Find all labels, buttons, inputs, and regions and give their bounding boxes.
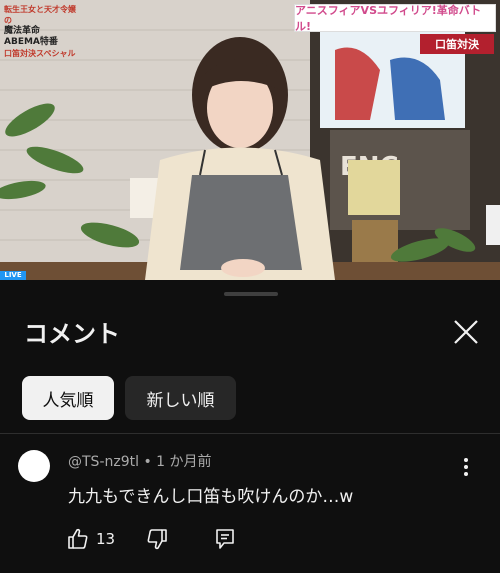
program-caption-line-3: ABEMA特番 [4, 37, 58, 47]
program-caption: 転生王女と天才令嬢の 魔法革命 ABEMA特番 口笛対決スペシャル [4, 4, 76, 59]
like-button[interactable]: 13 [66, 526, 115, 552]
comments-sheet: コメント 人気順 新しい順 @TS-nz9tl • 1 か月前 九九もできんし口… [0, 280, 500, 573]
thumbs-up-icon [68, 528, 88, 549]
meta-separator: • [139, 454, 157, 470]
program-caption-line-2: 魔法革命 [4, 26, 41, 36]
program-badge: 口笛対決 [420, 34, 494, 54]
filter-chip-newest[interactable]: 新しい順 [125, 376, 236, 420]
thumbs-down-icon [147, 529, 167, 550]
video-player[interactable]: ENC 転生王女と天才令嬢 [0, 0, 500, 280]
sheet-title: コメント [24, 320, 120, 348]
sheet-drag-handle[interactable] [224, 292, 278, 296]
comment-author[interactable]: @TS-nz9tl [68, 454, 139, 470]
program-caption-line-1: 転生王女と天才令嬢の [4, 5, 76, 25]
more-vertical-icon [464, 458, 468, 476]
program-banner: アニスフィアVSユフィリア!革命バトル! [294, 4, 496, 33]
like-count: 13 [96, 530, 116, 548]
avatar[interactable] [18, 450, 50, 482]
comment-meta: @TS-nz9tl • 1 か月前 [68, 451, 212, 471]
filter-chip-top[interactable]: 人気順 [22, 376, 114, 420]
comment-text: 九九もできんし口笛も吹けんのか…w [68, 487, 354, 507]
comment-time: 1 か月前 [156, 454, 212, 470]
dislike-button[interactable] [144, 526, 170, 552]
program-caption-line-4: 口笛対決スペシャル [4, 49, 76, 58]
comment-more-button[interactable] [456, 455, 476, 479]
reply-icon [216, 529, 234, 549]
reply-button[interactable] [212, 526, 238, 552]
live-label: LIVE [0, 271, 26, 280]
sheet-divider [0, 433, 500, 434]
close-button[interactable] [449, 315, 483, 349]
close-icon [454, 320, 478, 344]
